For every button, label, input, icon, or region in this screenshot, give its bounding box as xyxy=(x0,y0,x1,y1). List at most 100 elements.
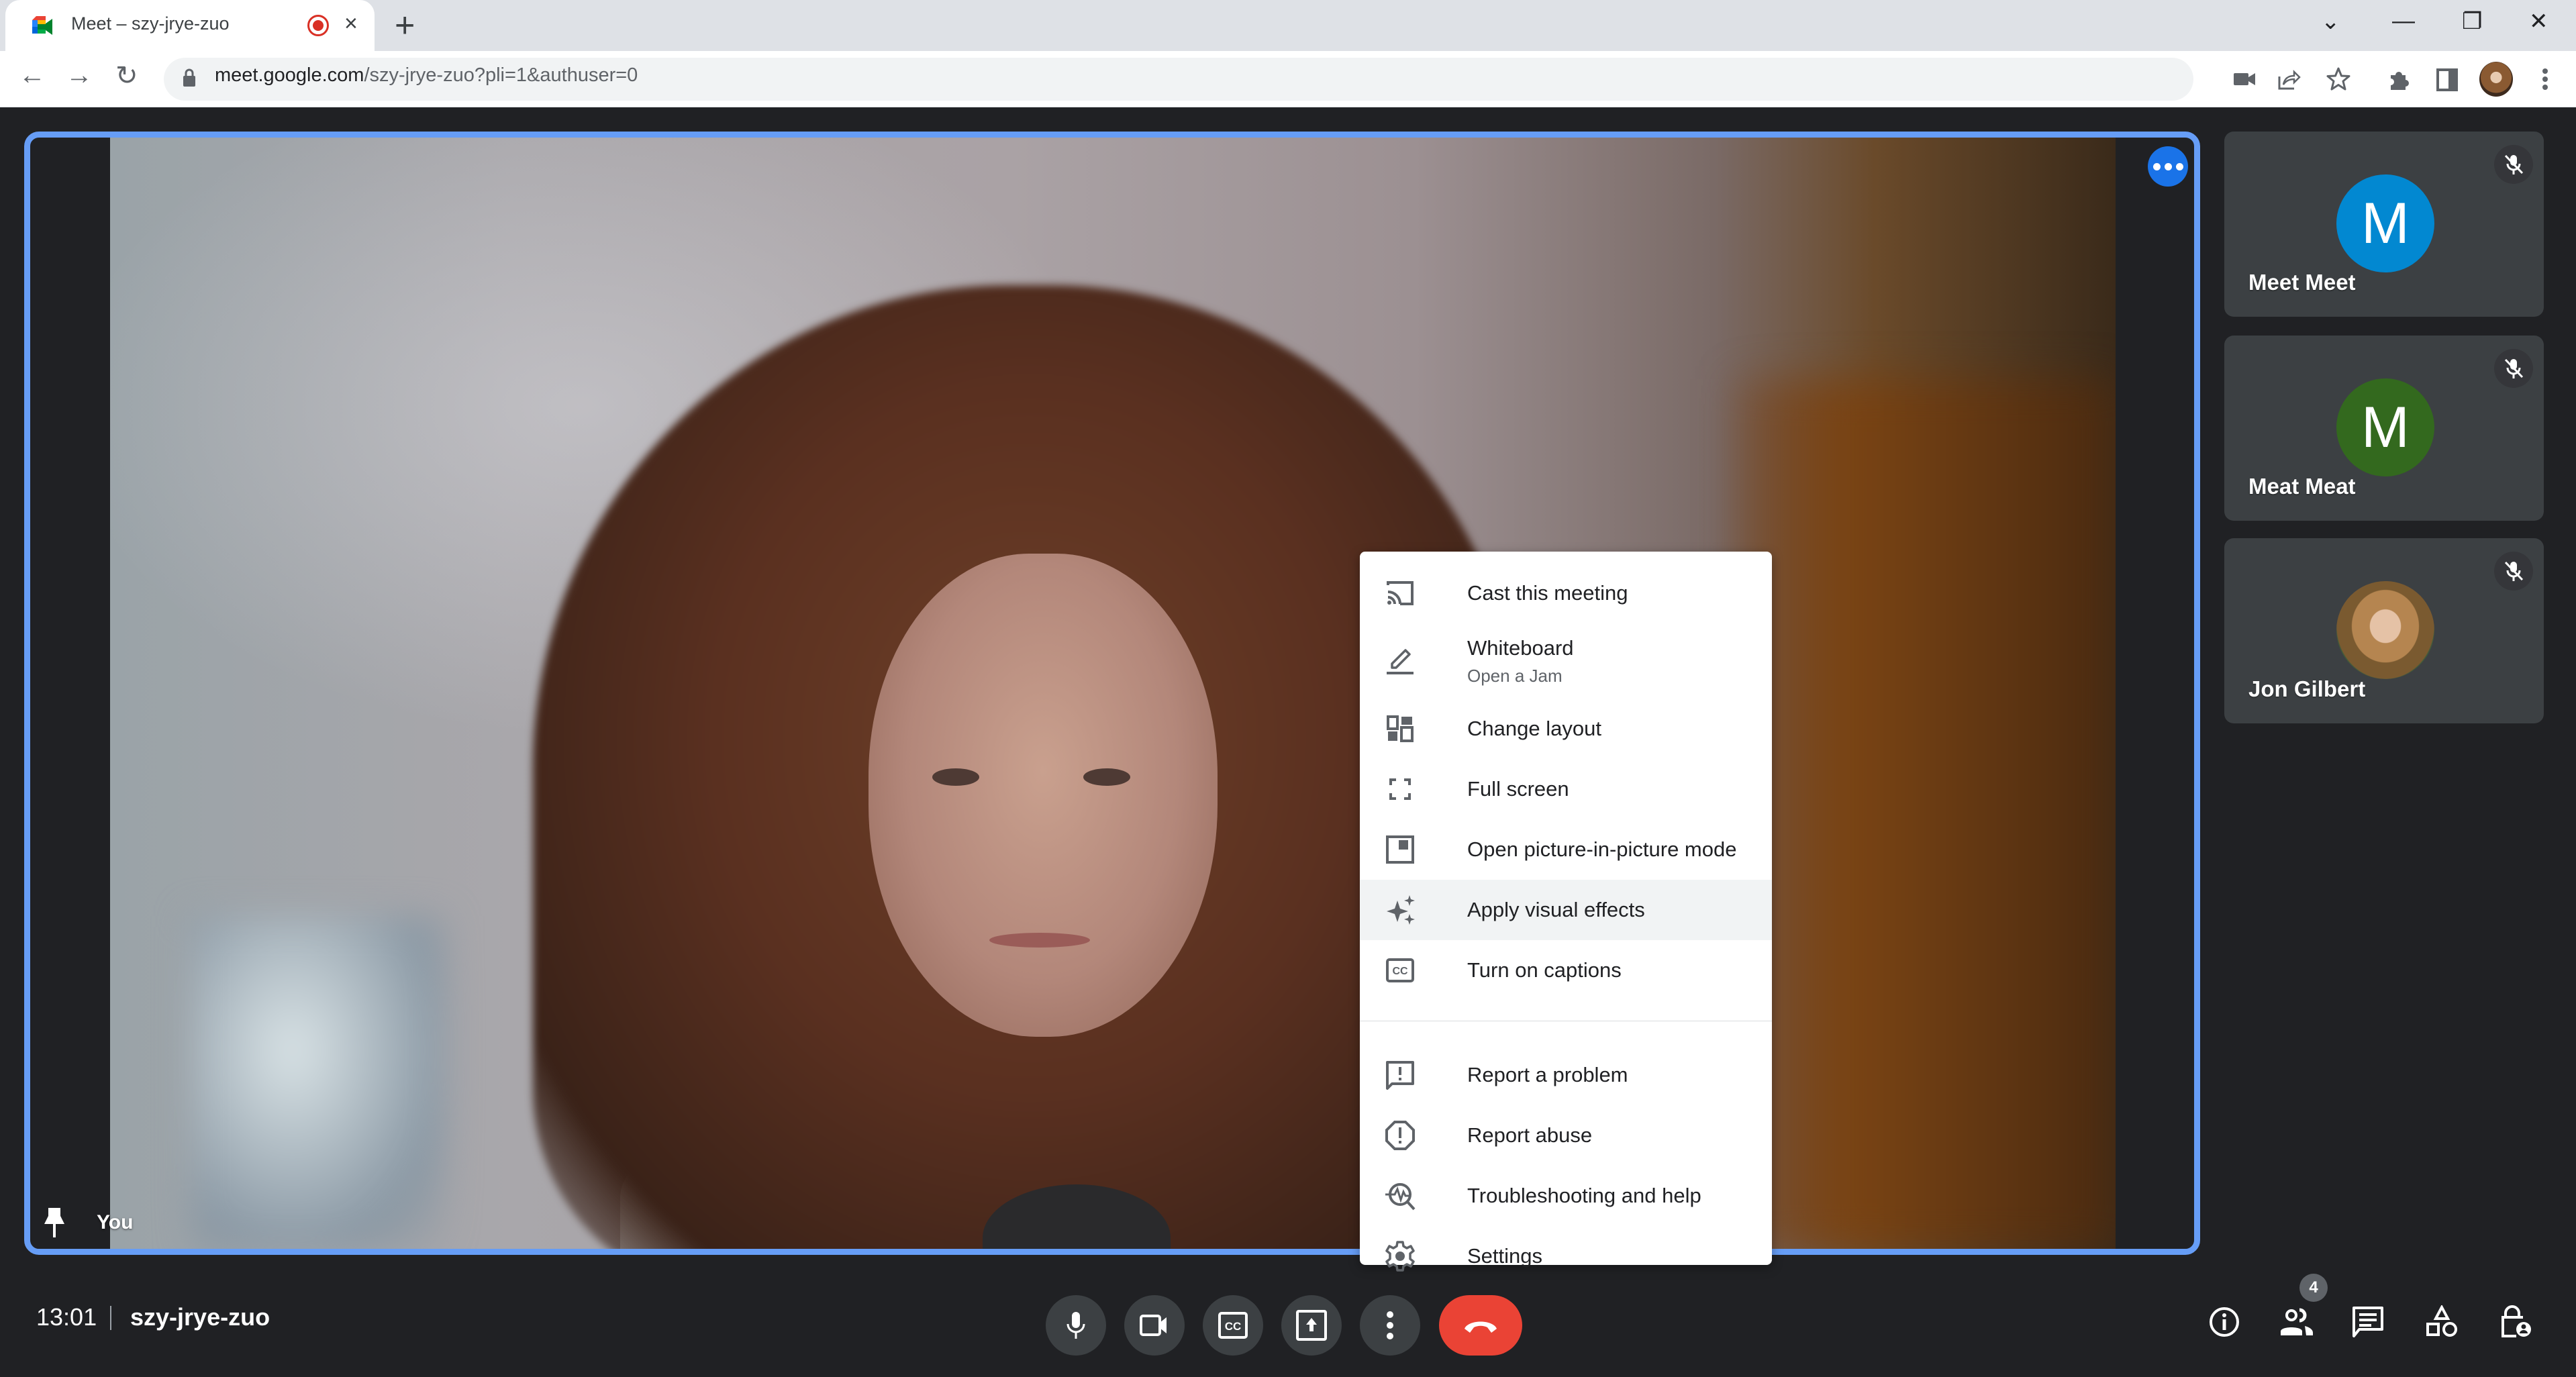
svg-text:CC: CC xyxy=(1392,966,1408,977)
participant-avatar: M xyxy=(2336,378,2434,476)
self-video-tile[interactable] xyxy=(24,132,2200,1255)
menu-item-whiteboard[interactable]: Whiteboard Open a Jam xyxy=(1360,623,1772,699)
captions-button[interactable]: CC xyxy=(1203,1295,1263,1356)
browser-tab[interactable]: Meet – szy-jrye-zuo × xyxy=(5,0,375,51)
mic-off-icon xyxy=(2494,552,2533,591)
menu-sublabel: Open a Jam xyxy=(1467,665,1563,686)
pip-icon xyxy=(1384,833,1416,866)
participant-name: Meat Meat xyxy=(2248,474,2356,499)
recording-icon xyxy=(307,15,329,36)
tab-search-button[interactable]: ⌄ xyxy=(2321,8,2340,35)
meeting-clock: 13:01 xyxy=(36,1303,97,1331)
people-icon xyxy=(2281,1308,2313,1335)
share-icon[interactable] xyxy=(2275,66,2302,93)
menu-item-captions[interactable]: CC Turn on captions xyxy=(1360,940,1772,1001)
dot-icon xyxy=(2175,162,2183,170)
profile-avatar[interactable] xyxy=(2479,62,2513,97)
menu-item-full-screen[interactable]: Full screen xyxy=(1360,759,1772,819)
present-screen-icon xyxy=(1296,1310,1327,1341)
chat-button[interactable] xyxy=(2345,1299,2391,1345)
menu-label: Apply visual effects xyxy=(1467,898,1645,921)
menu-item-change-layout[interactable]: Change layout xyxy=(1360,699,1772,759)
menu-label: Cast this meeting xyxy=(1467,581,1628,605)
people-button[interactable] xyxy=(2274,1299,2320,1345)
participant-tile[interactable]: Jon Gilbert xyxy=(2224,538,2544,723)
menu-label: Whiteboard xyxy=(1467,635,1574,660)
report-icon xyxy=(1384,1119,1416,1152)
menu-label: Report abuse xyxy=(1467,1123,1593,1147)
pencil-icon xyxy=(1384,645,1416,677)
dot-icon xyxy=(2152,162,2161,170)
camera-icon[interactable] xyxy=(2231,66,2258,93)
leave-call-button[interactable] xyxy=(1439,1295,1522,1356)
menu-label: Change layout xyxy=(1467,717,1601,740)
tile-more-options-button[interactable] xyxy=(2148,146,2188,187)
close-window-button[interactable]: ✕ xyxy=(2529,8,2548,35)
activities-icon xyxy=(2426,1305,2457,1337)
browser-toolbar: ← → ↻ meet.google.com/szy-jrye-zuo?pli=1… xyxy=(0,51,2576,107)
call-end-icon xyxy=(1465,1321,1497,1333)
menu-item-visual-effects[interactable]: Apply visual effects xyxy=(1360,880,1772,940)
menu-item-picture-in-picture[interactable]: Open picture-in-picture mode xyxy=(1360,819,1772,880)
cast-icon xyxy=(1384,577,1416,609)
side-panel-icon[interactable] xyxy=(2434,66,2461,93)
tab-strip: Meet – szy-jrye-zuo × + ⌄ — ❐ ✕ xyxy=(0,0,2576,51)
microphone-icon xyxy=(1067,1312,1085,1339)
host-controls-button[interactable] xyxy=(2493,1299,2538,1345)
dot-icon xyxy=(2164,162,2172,170)
restore-button[interactable]: ❐ xyxy=(2462,8,2482,35)
forward-button[interactable]: → xyxy=(66,60,93,91)
tab-close-button[interactable]: × xyxy=(344,11,358,37)
menu-label: Turn on captions xyxy=(1467,958,1622,982)
menu-item-cast[interactable]: Cast this meeting xyxy=(1360,563,1772,623)
menu-item-settings[interactable]: Settings xyxy=(1360,1226,1772,1286)
avatar-initial: M xyxy=(2361,191,2410,256)
participant-avatar: M xyxy=(2336,174,2434,272)
url-host: meet.google.com xyxy=(215,64,364,86)
sparkle-icon xyxy=(1384,894,1416,926)
new-tab-button[interactable]: + xyxy=(395,5,415,46)
menu-label: Full screen xyxy=(1467,777,1569,801)
back-button[interactable]: ← xyxy=(19,60,46,91)
info-icon xyxy=(2210,1307,2239,1337)
layout-icon xyxy=(1384,713,1416,745)
url-text[interactable]: meet.google.com/szy-jrye-zuo?pli=1&authu… xyxy=(215,64,638,87)
menu-item-report-abuse[interactable]: Report abuse xyxy=(1360,1105,1772,1166)
url-path: /szy-jrye-zuo?pli=1&authuser=0 xyxy=(364,64,638,86)
troubleshoot-icon xyxy=(1384,1180,1416,1212)
microphone-button[interactable] xyxy=(1046,1295,1106,1356)
pin-icon[interactable] xyxy=(43,1207,66,1239)
fullscreen-icon xyxy=(1384,773,1416,805)
more-options-button[interactable] xyxy=(1360,1295,1420,1356)
menu-label: Troubleshooting and help xyxy=(1467,1184,1701,1207)
self-video-feed xyxy=(110,138,2116,1249)
kebab-menu-icon[interactable] xyxy=(2532,66,2559,93)
participant-tile[interactable]: M Meet Meet xyxy=(2224,132,2544,317)
self-name-label: You xyxy=(97,1211,134,1233)
participant-tile[interactable]: M Meat Meat xyxy=(2224,336,2544,521)
meeting-details-button[interactable] xyxy=(2201,1299,2247,1345)
menu-label: Open picture-in-picture mode xyxy=(1467,837,1737,861)
present-button[interactable] xyxy=(1281,1295,1342,1356)
star-icon[interactable] xyxy=(2325,66,2352,93)
avatar-initial: M xyxy=(2361,395,2410,460)
reload-button[interactable]: ↻ xyxy=(115,60,138,91)
more-options-menu: Cast this meeting Whiteboard Open a Jam C… xyxy=(1360,552,1772,1272)
extensions-icon[interactable] xyxy=(2385,66,2412,93)
menu-item-report-problem[interactable]: Report a problem xyxy=(1360,1045,1772,1105)
camera-button[interactable] xyxy=(1124,1295,1185,1356)
more-vert-icon xyxy=(1387,1311,1393,1339)
menu-label: Settings xyxy=(1467,1244,1543,1268)
menu-item-troubleshooting[interactable]: Troubleshooting and help xyxy=(1360,1166,1772,1226)
svg-text:CC: CC xyxy=(1225,1320,1242,1333)
minimize-button[interactable]: — xyxy=(2392,8,2415,34)
meet-logo-icon xyxy=(32,16,52,35)
participant-name: Meet Meet xyxy=(2248,270,2356,295)
activities-button[interactable] xyxy=(2419,1299,2465,1345)
feedback-icon xyxy=(1384,1059,1416,1091)
gear-icon xyxy=(1384,1240,1416,1272)
lock-icon xyxy=(183,68,195,87)
captions-icon: CC xyxy=(1384,954,1416,986)
captions-icon: CC xyxy=(1218,1312,1248,1339)
mic-off-icon xyxy=(2494,349,2533,388)
